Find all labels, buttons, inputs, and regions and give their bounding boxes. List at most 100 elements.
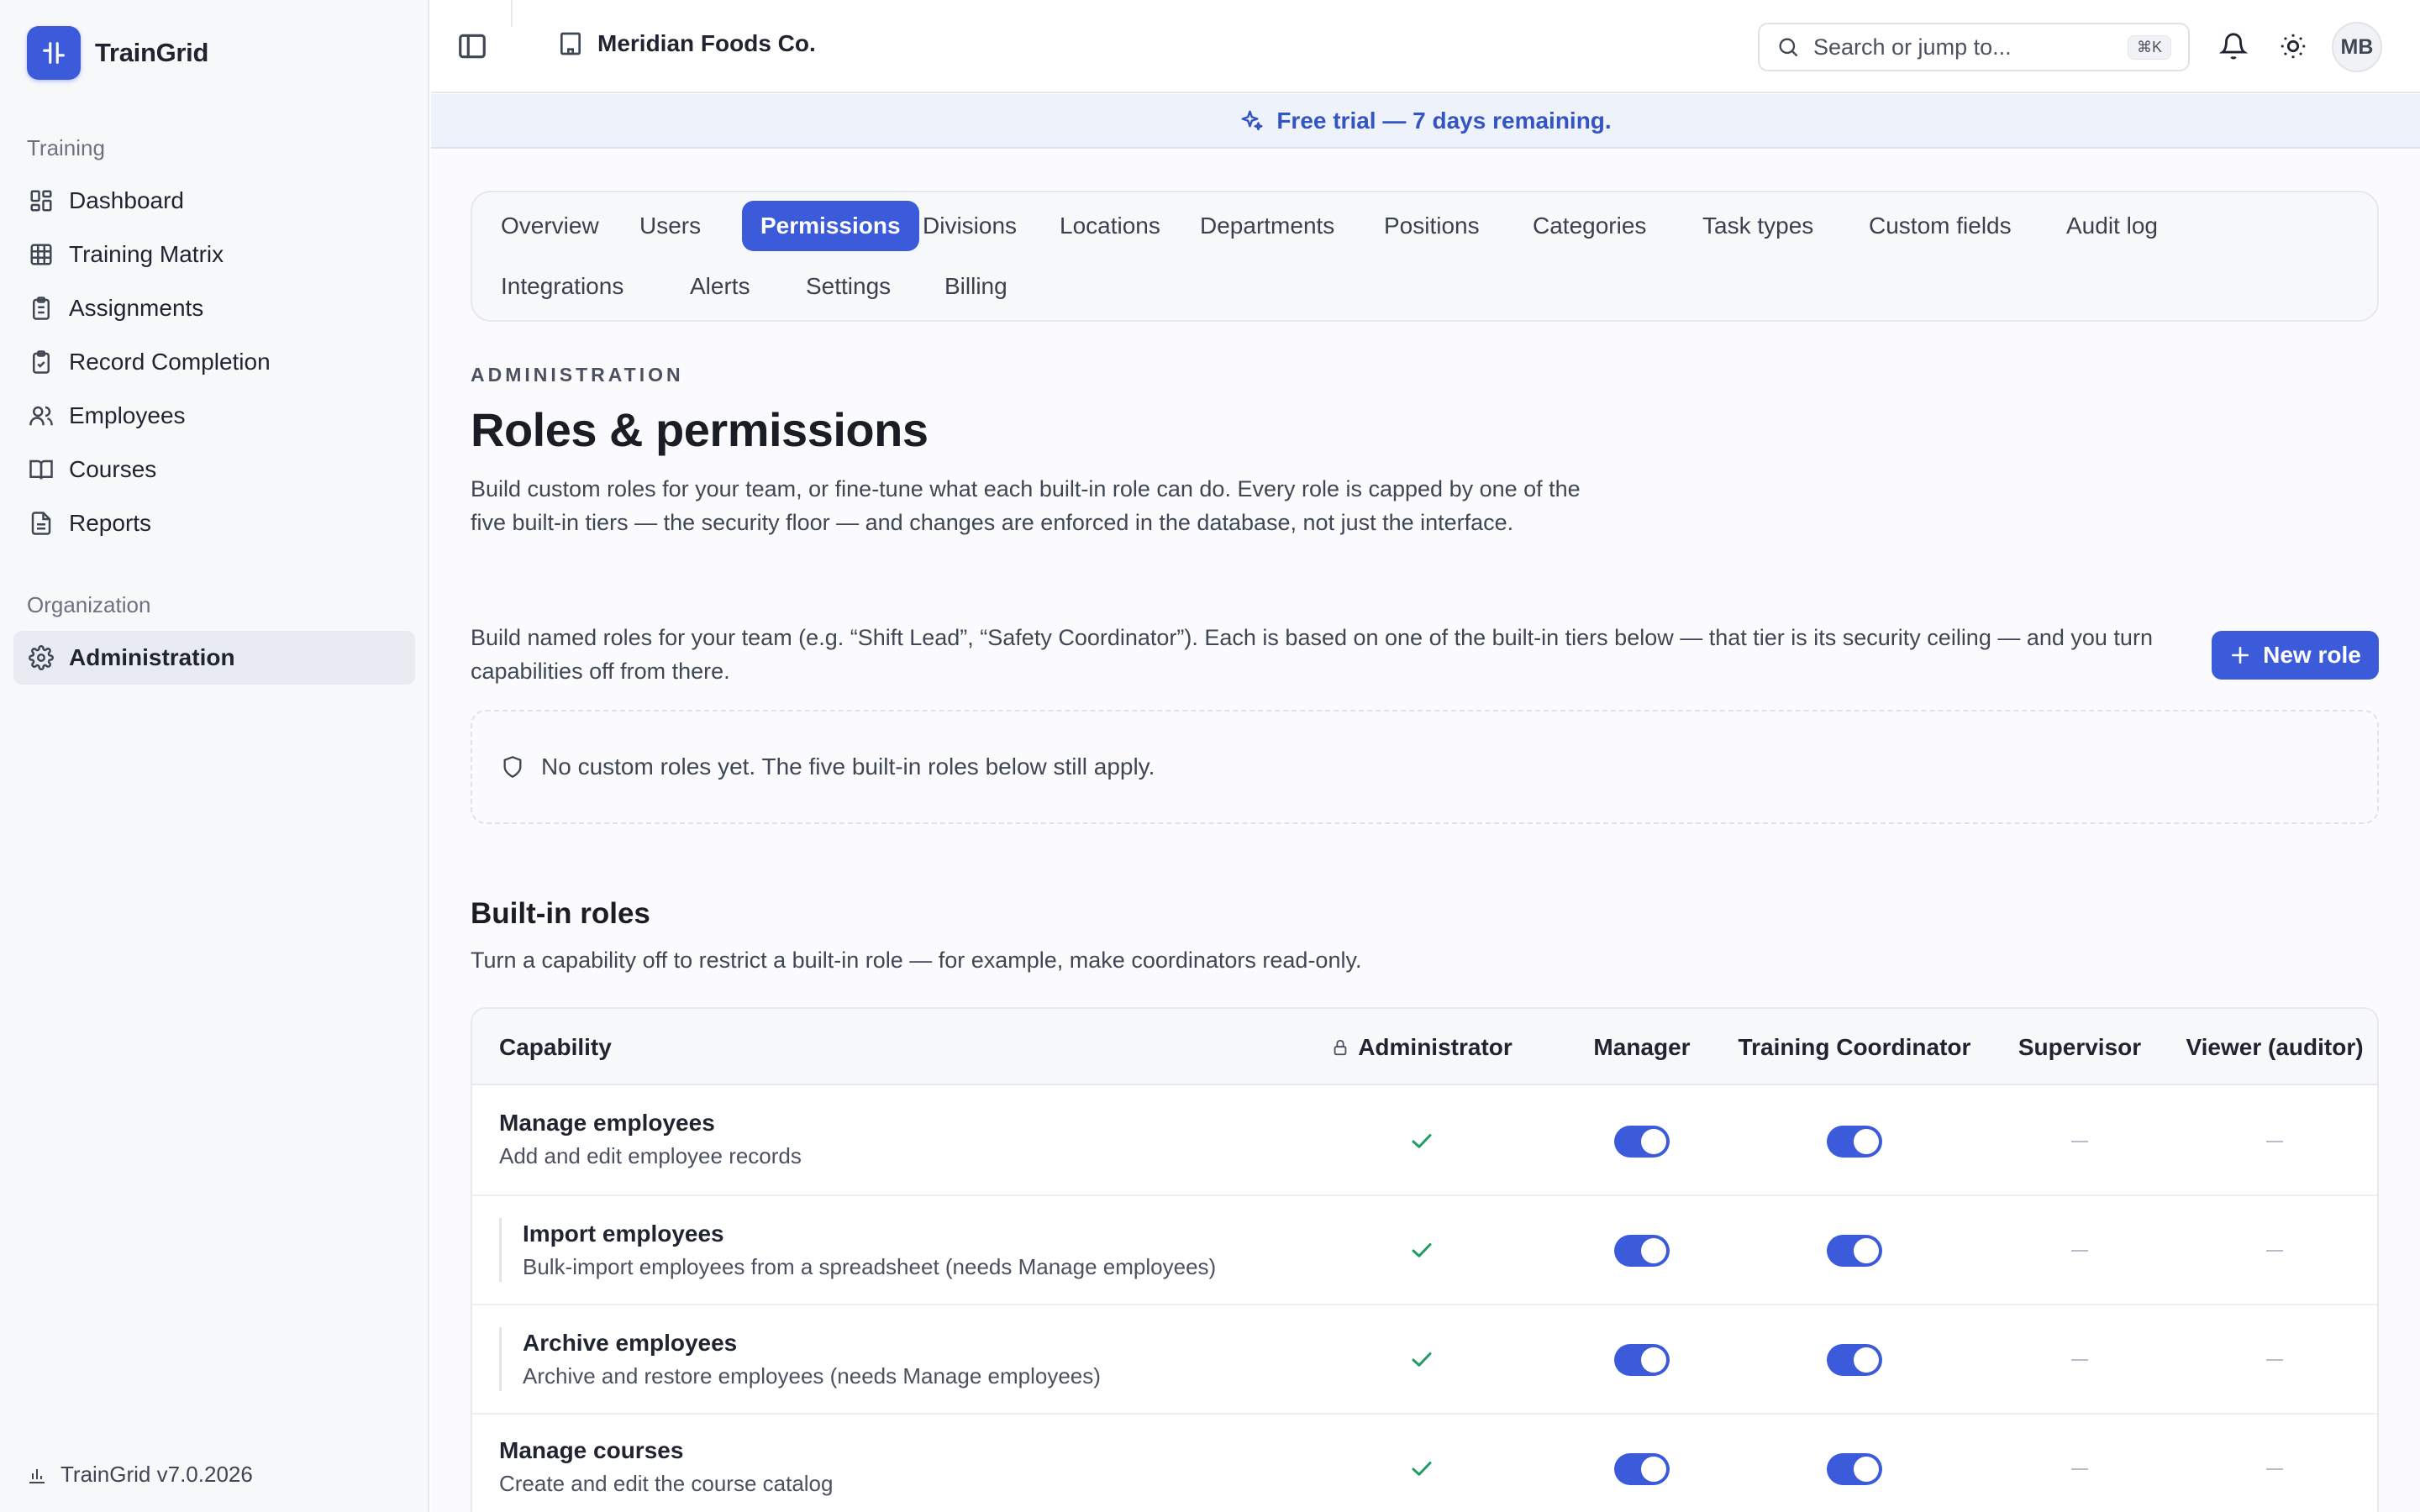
capability-description: Archive and restore employees (needs Man… bbox=[523, 1363, 1101, 1389]
trial-banner[interactable]: Free trial — 7 days remaining. bbox=[431, 94, 2420, 149]
not-applicable-dash bbox=[2071, 1250, 2088, 1252]
dashboard-icon bbox=[30, 190, 52, 212]
sidebar-item-label: Dashboard bbox=[69, 187, 184, 213]
main-content: Overview Users Permissions Divisions Loc… bbox=[431, 150, 2420, 1512]
lock-icon bbox=[1334, 1039, 1347, 1055]
clipboard-check-icon bbox=[33, 350, 50, 374]
clipboard-list-icon bbox=[33, 297, 50, 320]
manager-toggle[interactable] bbox=[1614, 1235, 1670, 1267]
capability-title: Manage courses bbox=[499, 1437, 684, 1463]
file-text-icon bbox=[31, 512, 51, 535]
col-administrator-label: Administrator bbox=[1358, 1033, 1512, 1060]
administrator-cell bbox=[1313, 1305, 1531, 1415]
not-applicable-dash bbox=[2266, 1141, 2283, 1142]
table-row: Import employees Bulk-import employees f… bbox=[472, 1196, 2377, 1305]
tab-permissions[interactable]: Permissions bbox=[742, 201, 919, 251]
org-switcher[interactable]: Meridian Foods Co. bbox=[557, 30, 816, 57]
supervisor-cell bbox=[1996, 1196, 2164, 1305]
coordinator-toggle[interactable] bbox=[1827, 1344, 1882, 1376]
sidebar-item-label: Courses bbox=[69, 456, 157, 482]
nav-section-organization: Organization bbox=[27, 592, 151, 617]
sidebar-item-courses[interactable]: Courses bbox=[13, 443, 415, 496]
permissions-table: Capability Administrator Manager Trainin… bbox=[471, 1007, 2379, 1512]
col-administrator: Administrator bbox=[1313, 1009, 1531, 1085]
tab-settings[interactable]: Settings bbox=[787, 261, 909, 312]
tab-alerts[interactable]: Alerts bbox=[671, 261, 769, 312]
manager-cell bbox=[1566, 1087, 1718, 1196]
admin-tabs: Overview Users Permissions Divisions Loc… bbox=[471, 191, 2379, 322]
sidebar-item-administration[interactable]: Administration bbox=[13, 631, 415, 685]
coordinator-toggle[interactable] bbox=[1827, 1235, 1882, 1267]
sidebar-item-assignments[interactable]: Assignments bbox=[13, 281, 415, 335]
not-applicable-dash bbox=[2071, 1141, 2088, 1142]
tab-task-types[interactable]: Task types bbox=[1684, 201, 1832, 251]
manager-cell bbox=[1566, 1196, 1718, 1305]
new-role-button[interactable]: New role bbox=[2212, 631, 2379, 680]
coordinator-cell bbox=[1720, 1087, 1989, 1196]
trial-banner-text: Free trial — 7 days remaining. bbox=[1276, 107, 1612, 134]
not-applicable-dash bbox=[2071, 1359, 2088, 1361]
sidebar-item-employees[interactable]: Employees bbox=[13, 389, 415, 443]
bell-icon[interactable] bbox=[2219, 32, 2248, 60]
manager-toggle[interactable] bbox=[1614, 1453, 1670, 1485]
sidebar-toggle-icon[interactable] bbox=[456, 30, 488, 62]
search-box[interactable]: ⌘K bbox=[1758, 23, 2190, 71]
viewer-cell bbox=[2174, 1415, 2375, 1512]
manager-toggle[interactable] bbox=[1614, 1344, 1670, 1376]
sidebar-item-training-matrix[interactable]: Training Matrix bbox=[13, 228, 415, 281]
gear-icon bbox=[29, 645, 54, 670]
builtin-roles-title: Built-in roles bbox=[471, 897, 650, 930]
administrator-cell bbox=[1313, 1415, 1531, 1512]
manager-toggle[interactable] bbox=[1614, 1126, 1670, 1158]
custom-roles-empty-state: No custom roles yet. The five built-in r… bbox=[471, 710, 2379, 824]
tab-positions[interactable]: Positions bbox=[1365, 201, 1498, 251]
not-applicable-dash bbox=[2266, 1468, 2283, 1470]
tab-audit-log[interactable]: Audit log bbox=[2048, 201, 2176, 251]
topbar: Meridian Foods Co. ⌘K MB bbox=[431, 0, 2420, 93]
table-row: Manage courses Create and edit the cours… bbox=[472, 1415, 2377, 1512]
plus-icon bbox=[2232, 647, 2249, 664]
viewer-cell bbox=[2174, 1196, 2375, 1305]
table-row: Archive employees Archive and restore em… bbox=[472, 1305, 2377, 1415]
tab-billing[interactable]: Billing bbox=[926, 261, 1026, 312]
tab-locations[interactable]: Locations bbox=[1041, 201, 1179, 251]
nav-section-training: Training bbox=[27, 135, 105, 160]
org-name: Meridian Foods Co. bbox=[597, 30, 816, 56]
tab-users[interactable]: Users bbox=[621, 201, 719, 251]
coordinator-toggle[interactable] bbox=[1827, 1453, 1882, 1485]
avatar[interactable]: MB bbox=[2332, 22, 2382, 72]
app-version: TrainGrid v7.0.2026 bbox=[27, 1462, 253, 1488]
sun-icon[interactable] bbox=[2279, 32, 2307, 60]
search-input[interactable] bbox=[1813, 34, 2099, 60]
manager-cell bbox=[1566, 1305, 1718, 1415]
tab-categories[interactable]: Categories bbox=[1514, 201, 1665, 251]
tab-integrations[interactable]: Integrations bbox=[482, 261, 642, 312]
capability-description: Add and edit employee records bbox=[499, 1143, 802, 1168]
sidebar-item-label: Administration bbox=[69, 644, 235, 670]
page-description: Build custom roles for your team, or fin… bbox=[471, 476, 1581, 535]
tab-departments[interactable]: Departments bbox=[1181, 201, 1353, 251]
capability-title: Manage employees bbox=[499, 1110, 715, 1136]
brand[interactable]: TrainGrid bbox=[27, 26, 208, 80]
capability-description: Create and edit the course catalog bbox=[499, 1471, 834, 1496]
sidebar-item-dashboard[interactable]: Dashboard bbox=[13, 174, 415, 228]
check-icon bbox=[1412, 1134, 1432, 1148]
tab-custom-fields[interactable]: Custom fields bbox=[1850, 201, 2030, 251]
sidebar-item-record-completion[interactable]: Record Completion bbox=[13, 335, 415, 389]
manager-cell bbox=[1566, 1415, 1718, 1512]
check-icon bbox=[1412, 1462, 1432, 1476]
coordinator-cell bbox=[1720, 1196, 1989, 1305]
sidebar-item-reports[interactable]: Reports bbox=[13, 496, 415, 550]
capability-cell: Archive employees Archive and restore em… bbox=[499, 1327, 1101, 1391]
search-icon bbox=[1779, 38, 1798, 57]
page-title: Roles & permissions bbox=[471, 403, 929, 456]
not-applicable-dash bbox=[2266, 1250, 2283, 1252]
coordinator-toggle[interactable] bbox=[1827, 1126, 1882, 1158]
supervisor-cell bbox=[1996, 1087, 2164, 1196]
tab-divisions[interactable]: Divisions bbox=[904, 201, 1035, 251]
col-capability: Capability bbox=[499, 1033, 612, 1060]
tab-overview[interactable]: Overview bbox=[482, 201, 618, 251]
capability-title: Archive employees bbox=[523, 1330, 738, 1356]
search-shortcut: ⌘K bbox=[2127, 34, 2171, 60]
administrator-cell bbox=[1313, 1196, 1531, 1305]
